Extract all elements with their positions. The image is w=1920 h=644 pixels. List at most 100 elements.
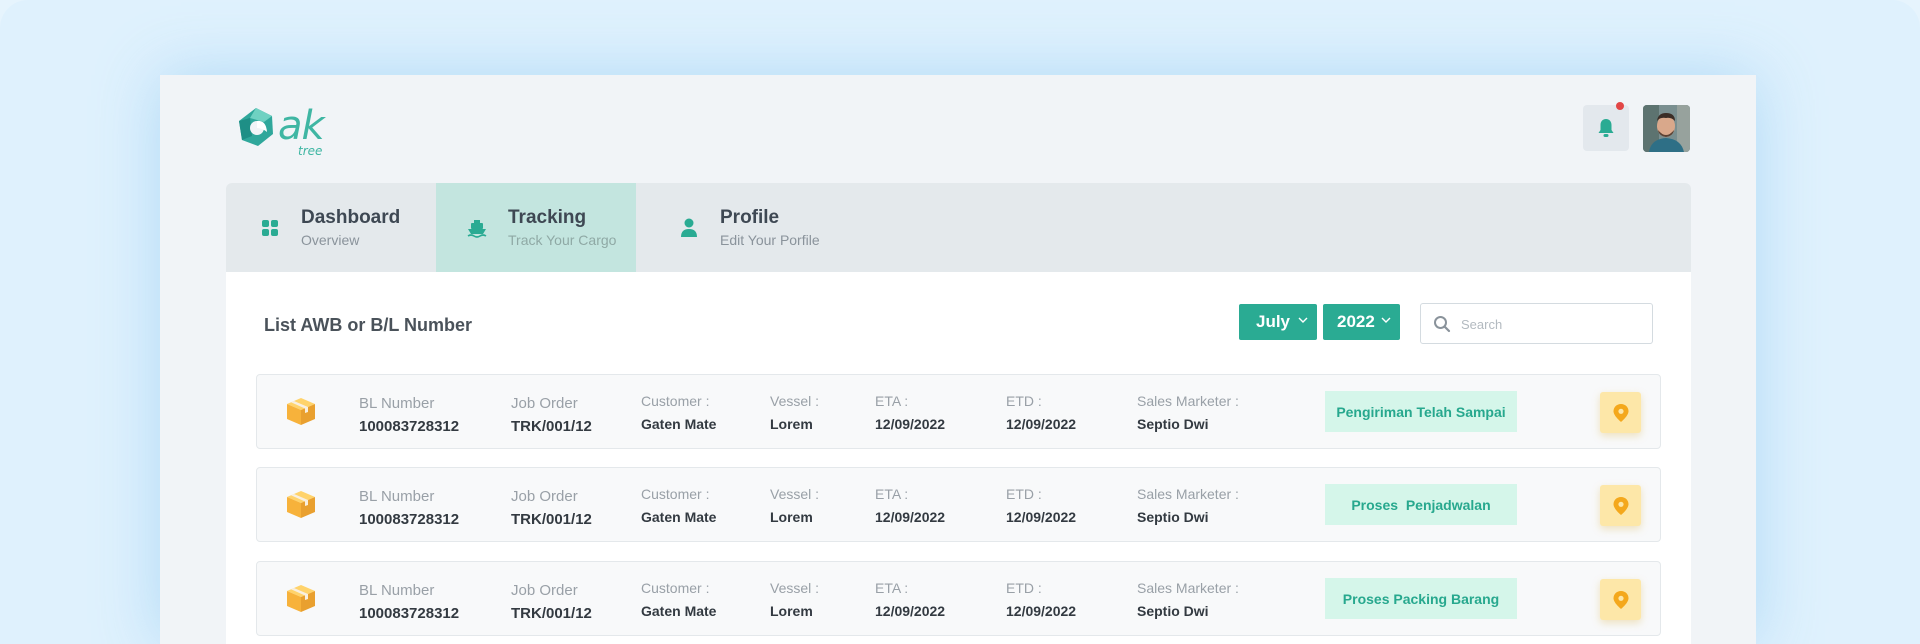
eta-date: 12/09/2022 [875, 509, 946, 525]
sales-marketer-field: Sales Marketer : Septio Dwi [1137, 485, 1239, 525]
bell-icon [1598, 119, 1614, 137]
sales-marketer-name: Septio Dwi [1137, 416, 1209, 432]
user-icon [681, 218, 697, 237]
vessel-name: Lorem [770, 509, 813, 525]
status-badge: Proses Packing Barang [1325, 578, 1517, 619]
app-window: ak tree Dashboard Overview Tracking Trac… [160, 75, 1756, 644]
field-label: Job Order [511, 395, 578, 412]
list-title: List AWB or B/L Number [264, 315, 473, 335]
field-label: Job Order [511, 582, 578, 599]
customer-name: Gaten Mate [641, 416, 717, 432]
field-label: ETA : [875, 580, 909, 596]
search-input[interactable] [1461, 314, 1641, 334]
job-order: TRK/001/12 [511, 418, 592, 435]
vessel-field: Vessel : Lorem [770, 485, 819, 525]
field-label: BL Number [359, 488, 435, 505]
tracking-row[interactable]: BL Number 100083728312 Job Order TRK/001… [256, 374, 1661, 449]
main-tabs: Dashboard Overview Tracking Track Your C… [226, 183, 1691, 272]
field-label: Customer : [641, 393, 710, 409]
tab-profile-text: Profile Edit Your Porfile [720, 207, 820, 248]
field-label: Sales Marketer : [1137, 580, 1239, 596]
ship-icon [467, 219, 487, 238]
vessel-name: Lorem [770, 603, 813, 619]
eta-date: 12/09/2022 [875, 603, 946, 619]
field-label: Customer : [641, 486, 710, 502]
search-icon [1434, 316, 1451, 333]
bl-number-field: BL Number 100083728312 [359, 395, 459, 435]
field-label: ETA : [875, 393, 909, 409]
notification-button[interactable] [1583, 102, 1629, 151]
field-label: ETD : [1006, 580, 1042, 596]
tracking-row[interactable]: BL Number 100083728312 Job Order TRK/001… [256, 467, 1661, 542]
field-label: ETD : [1006, 393, 1042, 409]
job-order: TRK/001/12 [511, 605, 592, 622]
etd-field: ETD : 12/09/2022 [1006, 579, 1076, 619]
bl-number: 100083728312 [359, 511, 460, 528]
tracking-row[interactable]: BL Number 100083728312 Job Order TRK/001… [256, 561, 1661, 636]
track-location-button[interactable] [1600, 579, 1641, 620]
tab-tracking[interactable]: Tracking Track Your Cargo [436, 183, 636, 272]
job-order-field: Job Order TRK/001/12 [511, 582, 592, 622]
field-label: ETD : [1006, 486, 1042, 502]
package-box-icon [287, 398, 315, 425]
job-order-field: Job Order TRK/001/12 [511, 488, 592, 528]
user-avatar[interactable] [1643, 105, 1690, 152]
bl-number: 100083728312 [359, 418, 460, 435]
status-badge: Proses Penjadwalan [1325, 484, 1517, 525]
track-location-button[interactable] [1600, 485, 1641, 526]
profile-tab-icon-wrap [678, 217, 700, 239]
field-label: BL Number [359, 395, 435, 412]
tab-subtitle: Track Your Cargo [508, 232, 617, 248]
logo[interactable]: ak tree [236, 104, 336, 164]
field-label: Vessel : [770, 393, 820, 409]
vessel-name: Lorem [770, 416, 813, 432]
customer-field: Customer : Gaten Mate [641, 485, 716, 525]
sales-marketer-field: Sales Marketer : Septio Dwi [1137, 579, 1239, 619]
tab-profile[interactable]: Profile Edit Your Porfile [636, 183, 856, 272]
search-box [1420, 303, 1653, 344]
chevron-down-icon [1381, 317, 1391, 323]
field-label: Sales Marketer : [1137, 393, 1239, 409]
map-pin-icon [1613, 496, 1628, 515]
eta-field: ETA : 12/09/2022 [875, 485, 945, 525]
map-pin-icon [1613, 403, 1628, 422]
month-select-value: July [1256, 312, 1291, 331]
dashboard-tab-icon-wrap [259, 217, 281, 239]
tab-subtitle: Edit Your Porfile [720, 232, 820, 248]
tab-title: Dashboard [301, 207, 401, 228]
customer-name: Gaten Mate [641, 603, 717, 619]
tracking-tab-icon-wrap [466, 217, 488, 239]
chevron-down-icon [1298, 317, 1308, 323]
field-label: Vessel : [770, 580, 820, 596]
job-order: TRK/001/12 [511, 511, 592, 528]
customer-field: Customer : Gaten Mate [641, 579, 716, 619]
year-select[interactable]: 2022 [1323, 304, 1400, 340]
tab-title: Profile [720, 207, 780, 228]
field-label: Vessel : [770, 486, 820, 502]
month-select[interactable]: July [1239, 304, 1317, 340]
package-box-icon [287, 491, 315, 518]
field-label: Job Order [511, 488, 578, 505]
field-label: Customer : [641, 580, 710, 596]
tab-subtitle: Overview [301, 232, 360, 248]
etd-date: 12/09/2022 [1006, 509, 1077, 525]
grid-icon [262, 219, 278, 236]
eta-date: 12/09/2022 [875, 416, 946, 432]
tab-title: Tracking [508, 207, 587, 228]
notification-dot [1616, 102, 1624, 110]
etd-date: 12/09/2022 [1006, 416, 1077, 432]
avatar-photo [1643, 105, 1690, 152]
track-location-button[interactable] [1600, 392, 1641, 433]
field-label: Sales Marketer : [1137, 486, 1239, 502]
map-pin-icon [1613, 590, 1628, 609]
tab-dashboard-text: Dashboard Overview [301, 207, 400, 248]
vessel-field: Vessel : Lorem [770, 579, 819, 619]
logo-subtitle: tree [298, 144, 323, 158]
etd-date: 12/09/2022 [1006, 603, 1077, 619]
bl-number-field: BL Number 100083728312 [359, 488, 459, 528]
eta-field: ETA : 12/09/2022 [875, 392, 945, 432]
eta-field: ETA : 12/09/2022 [875, 579, 945, 619]
tab-dashboard[interactable]: Dashboard Overview [226, 183, 436, 272]
etd-field: ETD : 12/09/2022 [1006, 392, 1076, 432]
logo-mark-icon [239, 108, 273, 146]
